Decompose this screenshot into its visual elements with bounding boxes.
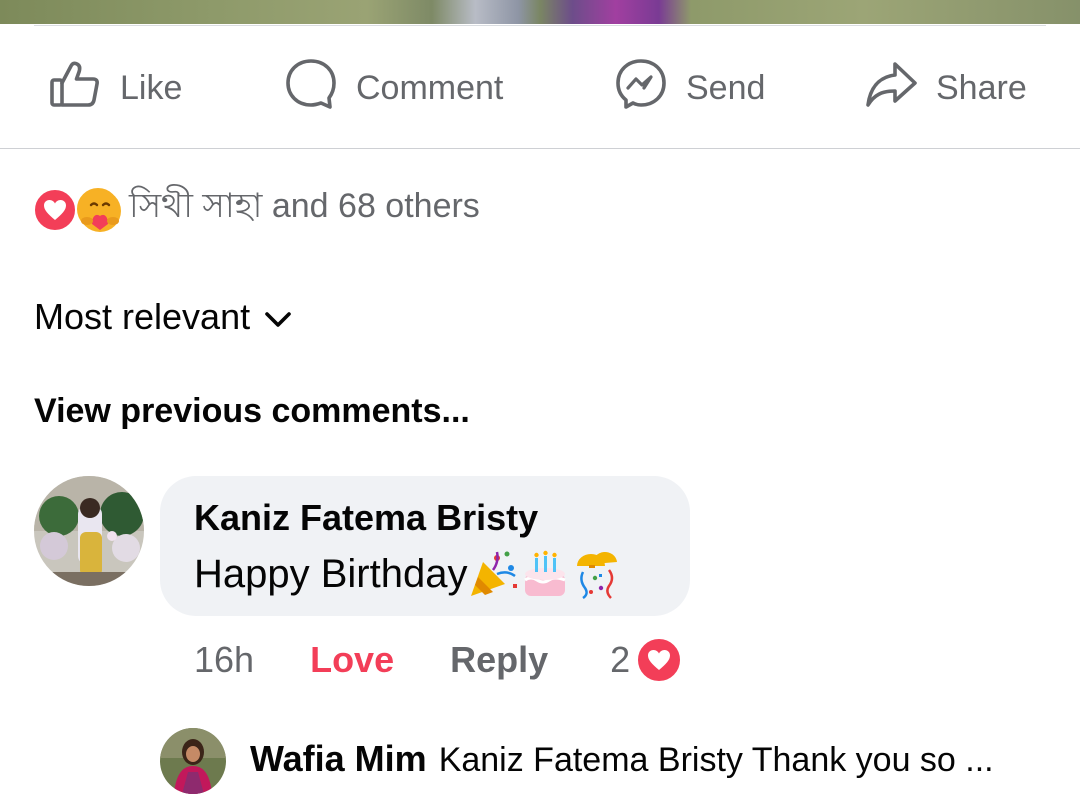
send-button[interactable]: Send bbox=[614, 58, 765, 118]
comment-sort-dropdown[interactable]: Most relevant bbox=[34, 296, 292, 338]
like-button[interactable]: Like bbox=[48, 58, 182, 118]
comment-button[interactable]: Comment bbox=[284, 58, 503, 118]
avatar[interactable] bbox=[160, 728, 226, 794]
reply-preview[interactable]: Wafia Mim Kaniz Fatema Bristy Thank you s… bbox=[250, 738, 1050, 780]
post-photo-bottom-edge[interactable] bbox=[0, 0, 1080, 24]
comment-text: Happy Birthday bbox=[194, 546, 656, 602]
like-label: Like bbox=[120, 68, 183, 107]
love-reaction-button[interactable]: Love bbox=[310, 639, 394, 681]
share-button[interactable]: Share bbox=[864, 58, 1027, 118]
confetti-ball-icon bbox=[571, 548, 623, 600]
birthday-cake-icon bbox=[519, 548, 571, 600]
reactions-summary[interactable]: সিথী সাহা and 68 others bbox=[33, 184, 480, 232]
love-reaction-icon bbox=[33, 188, 77, 232]
comment-body: Happy Birthday bbox=[194, 552, 468, 596]
share-label: Share bbox=[936, 68, 1027, 107]
send-label: Send bbox=[686, 68, 766, 107]
share-arrow-icon bbox=[864, 57, 918, 120]
comment-bubble-icon bbox=[284, 57, 338, 120]
reaction-icons bbox=[33, 184, 125, 232]
reply-author[interactable]: Wafia Mim bbox=[250, 738, 427, 779]
comment-timestamp[interactable]: 16h bbox=[194, 639, 254, 681]
reaction-count[interactable]: 2 bbox=[610, 639, 630, 681]
reply-button[interactable]: Reply bbox=[450, 639, 548, 681]
reactions-count-text: সিথী সাহা and 68 others bbox=[129, 186, 480, 225]
comment-author[interactable]: Kaniz Fatema Bristy bbox=[194, 496, 656, 540]
post-action-bar: Like Comment Send Share bbox=[0, 30, 1080, 148]
love-reaction-icon[interactable] bbox=[636, 637, 683, 683]
divider bbox=[34, 25, 1046, 26]
comment-label: Comment bbox=[356, 68, 504, 107]
sort-label: Most relevant bbox=[34, 296, 251, 337]
divider bbox=[0, 148, 1080, 149]
reply-text: Kaniz Fatema Bristy Thank you so ... bbox=[438, 741, 994, 779]
thumbs-up-icon bbox=[48, 57, 102, 120]
care-reaction-icon bbox=[75, 186, 121, 232]
party-popper-icon bbox=[467, 548, 519, 600]
chevron-down-icon bbox=[250, 296, 292, 338]
comment-meta: 16h Love Reply 2 bbox=[194, 632, 683, 688]
view-previous-comments-link[interactable]: View previous comments... bbox=[34, 392, 470, 431]
messenger-icon bbox=[614, 57, 668, 120]
avatar[interactable] bbox=[34, 476, 144, 586]
comment-bubble[interactable]: Kaniz Fatema Bristy Happy Birthday bbox=[160, 476, 690, 616]
